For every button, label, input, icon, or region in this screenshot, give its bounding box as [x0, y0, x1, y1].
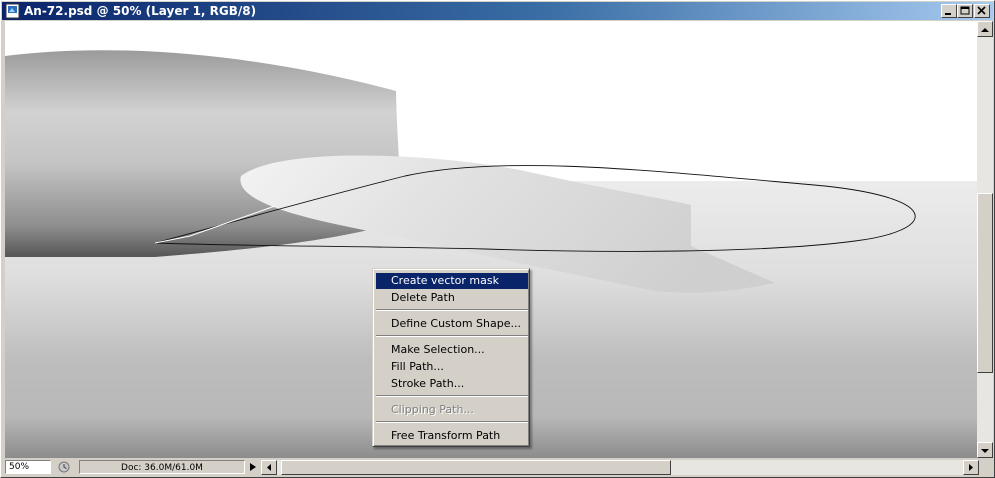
menu-item-define-custom-shape[interactable]: Define Custom Shape... — [376, 316, 528, 332]
window-title: An-72.psd @ 50% (Layer 1, RGB/8) — [24, 4, 257, 18]
arrow-down-icon — [981, 449, 989, 453]
scroll-left-button[interactable] — [261, 460, 277, 475]
restore-icon — [960, 6, 970, 15]
arrow-up-icon — [981, 28, 989, 32]
status-bar: 50% Doc: 36.0M/61.0M — [5, 459, 993, 476]
status-menu-arrow-icon[interactable] — [247, 460, 259, 474]
menu-item-stroke-path[interactable]: Stroke Path... — [376, 376, 528, 392]
menu-separator — [376, 421, 528, 423]
restore-button[interactable] — [957, 4, 973, 18]
menu-item-create-vector-mask[interactable]: Create vector mask — [376, 273, 528, 289]
context-menu: Create vector mask Delete Path Define Cu… — [372, 268, 530, 447]
scroll-up-button[interactable] — [977, 21, 993, 37]
menu-item-fill-path[interactable]: Fill Path... — [376, 359, 528, 375]
close-button[interactable] — [974, 4, 990, 18]
arrow-right-icon — [969, 464, 973, 471]
title-bar[interactable]: An-72.psd @ 50% (Layer 1, RGB/8) — [2, 2, 993, 20]
photoshop-document-icon — [5, 3, 20, 19]
vertical-scroll-thumb[interactable] — [977, 193, 993, 373]
close-icon — [977, 6, 986, 15]
menu-separator — [376, 395, 528, 397]
menu-item-free-transform-path[interactable]: Free Transform Path — [376, 428, 528, 444]
status-info-icon[interactable] — [57, 460, 71, 474]
minimize-button[interactable] — [941, 4, 957, 18]
menu-separator — [376, 335, 528, 337]
vertical-scrollbar[interactable] — [977, 21, 993, 458]
document-size-info: Doc: 36.0M/61.0M — [79, 460, 245, 474]
scroll-down-button[interactable] — [977, 442, 993, 458]
minimize-icon — [945, 13, 951, 15]
scroll-right-button[interactable] — [963, 460, 979, 475]
document-window: An-72.psd @ 50% (Layer 1, RGB/8) 50% Doc… — [0, 0, 995, 478]
menu-separator — [376, 309, 528, 311]
menu-item-make-selection[interactable]: Make Selection... — [376, 342, 528, 358]
arrow-left-icon — [267, 464, 271, 471]
horizontal-scroll-thumb[interactable] — [281, 460, 671, 475]
menu-item-delete-path[interactable]: Delete Path — [376, 290, 528, 306]
menu-item-clipping-path: Clipping Path... — [391, 403, 474, 416]
horizontal-scrollbar[interactable] — [261, 460, 979, 475]
zoom-field[interactable]: 50% — [5, 460, 51, 474]
